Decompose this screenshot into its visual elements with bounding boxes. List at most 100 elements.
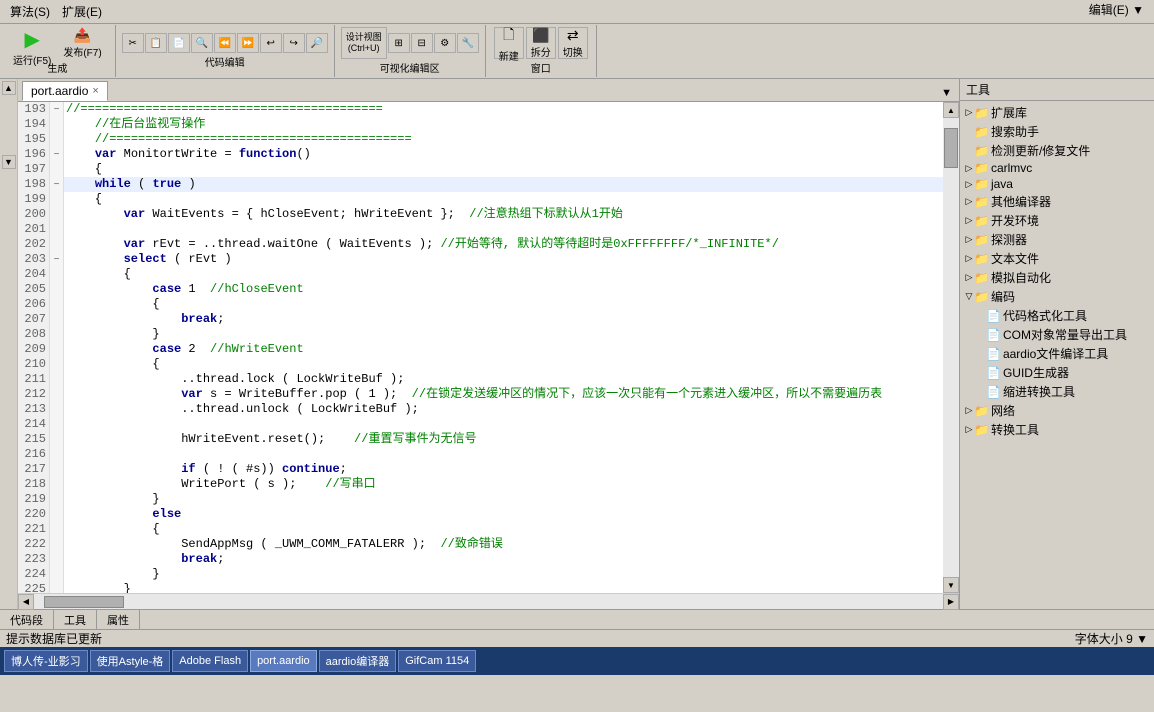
code-line: hWriteEvent.reset(); //重置写事件为无信号 bbox=[64, 432, 943, 447]
status-bar: 提示数据库已更新 字体大小 9 ▼ bbox=[0, 629, 1154, 647]
taskbar-item-1[interactable]: 使用Astyle-格 bbox=[90, 650, 171, 672]
code-line: if ( ! ( #s)) continue; bbox=[64, 462, 943, 477]
taskbar: 博人传-业影习 使用Astyle-格 Adobe Flash port.aard… bbox=[0, 647, 1154, 675]
design-view-button[interactable]: 设计视图(Ctrl+U) bbox=[341, 27, 387, 59]
code-line: SendAppMsg ( _UWM_COMM_FATALERR ); //致命错… bbox=[64, 537, 943, 552]
font-size-control[interactable]: 字体大小 9 ▼ bbox=[1075, 630, 1148, 647]
tab-dropdown[interactable]: ▼ bbox=[936, 85, 957, 101]
tree-item-label: aardio文件编译工具 bbox=[1003, 345, 1108, 362]
split-button[interactable]: ⬛拆分 bbox=[526, 27, 556, 59]
tree-item[interactable]: ▽ 📁 编码 bbox=[962, 287, 1152, 306]
tree-item-label: 转换工具 bbox=[991, 421, 1039, 438]
code-line: break; bbox=[64, 312, 943, 327]
taskbar-item-2[interactable]: Adobe Flash bbox=[172, 650, 248, 672]
taskbar-item-4[interactable]: aardio编译器 bbox=[319, 650, 397, 672]
hscroll-left-btn[interactable]: ◀ bbox=[18, 594, 34, 610]
toolbar-btn-8[interactable]: ↪ bbox=[283, 33, 305, 53]
tree-item-label: 编码 bbox=[991, 288, 1015, 305]
tree-item[interactable]: ▷ 📁 转换工具 bbox=[962, 420, 1152, 439]
toolbar-btn-2[interactable]: 📋 bbox=[145, 33, 167, 53]
code-line: var s = WriteBuffer.pop ( 1 ); //在锁定发送缓冲… bbox=[64, 387, 943, 402]
tree-item[interactable]: 📄 GUID生成器 bbox=[962, 363, 1152, 382]
tree-item[interactable]: ▷ 📁 探测器 bbox=[962, 230, 1152, 249]
tree-item[interactable]: ▷ 📁 java bbox=[962, 176, 1152, 192]
menu-suanfa[interactable]: 算法(S) bbox=[4, 1, 56, 22]
new-window-button[interactable]: 🗋新建 bbox=[494, 27, 524, 59]
publish-button[interactable]: 📤 发布(F7) bbox=[58, 27, 106, 59]
tree-item[interactable]: 📁 检测更新/修复文件 bbox=[962, 141, 1152, 160]
visual-btn-3[interactable]: ⚙ bbox=[434, 33, 456, 53]
tree-item-label: 其他编译器 bbox=[991, 193, 1051, 210]
visual-edit-label: 可视化编辑区 bbox=[380, 60, 440, 75]
code-line: } bbox=[64, 582, 943, 593]
toolbar-btn-7[interactable]: ↩ bbox=[260, 33, 282, 53]
toolbar-btn-1[interactable]: ✂ bbox=[122, 33, 144, 53]
toolbar-group-visual: 设计视图(Ctrl+U) ⊞ ⊟ ⚙ 🔧 可视化编辑区 bbox=[335, 25, 486, 77]
code-line: { bbox=[64, 357, 943, 372]
tree-item[interactable]: 📄 aardio文件编译工具 bbox=[962, 344, 1152, 363]
switch-button[interactable]: ⇄切换 bbox=[558, 27, 588, 59]
code-line: while ( true ) bbox=[64, 177, 943, 192]
toolbar-btn-search[interactable]: 🔎 bbox=[306, 33, 328, 53]
code-line bbox=[64, 417, 943, 432]
hscroll-right-btn[interactable]: ▶ bbox=[943, 594, 959, 610]
code-line: //在后台监视写操作 bbox=[64, 117, 943, 132]
code-line: ..thread.lock ( LockWriteBuf ); bbox=[64, 372, 943, 387]
file-tab[interactable]: port.aardio × bbox=[22, 81, 108, 101]
code-content[interactable]: //======================================… bbox=[64, 102, 943, 593]
tree-item[interactable]: ▷ 📁 其他编译器 bbox=[962, 192, 1152, 211]
scroll-down-btn[interactable]: ▼ bbox=[943, 577, 959, 593]
code-line: case 2 //hWriteEvent bbox=[64, 342, 943, 357]
toolbar-btn-4[interactable]: 🔍 bbox=[191, 33, 213, 53]
generate-label: 生成 bbox=[47, 60, 67, 75]
scroll-track[interactable] bbox=[943, 118, 959, 577]
taskbar-item-0[interactable]: 博人传-业影习 bbox=[4, 650, 88, 672]
visual-btn-4[interactable]: 🔧 bbox=[457, 33, 479, 53]
hscroll-thumb[interactable] bbox=[44, 596, 124, 608]
tree-item-label: 代码格式化工具 bbox=[1003, 307, 1087, 324]
visual-btn-1[interactable]: ⊞ bbox=[388, 33, 410, 53]
tree-item-label: 搜索助手 bbox=[991, 123, 1039, 140]
tab-close-btn[interactable]: × bbox=[92, 85, 98, 97]
tree-item[interactable]: 📄 代码格式化工具 bbox=[962, 306, 1152, 325]
visual-btn-2[interactable]: ⊟ bbox=[411, 33, 433, 53]
scroll-thumb[interactable] bbox=[944, 128, 958, 168]
tree-item[interactable]: ▷ 📁 网络 bbox=[962, 401, 1152, 420]
left-arrow-down[interactable]: ▼ bbox=[2, 155, 16, 169]
tree-item[interactable]: 📄 COM对象常量导出工具 bbox=[962, 325, 1152, 344]
tree-item-label: 模拟自动化 bbox=[991, 269, 1051, 286]
toolbar-btn-6[interactable]: ⏩ bbox=[237, 33, 259, 53]
menu-kuozhan[interactable]: 扩展(E) bbox=[56, 1, 108, 22]
tree-item[interactable]: 📁 搜索助手 bbox=[962, 122, 1152, 141]
tree-item[interactable]: ▷ 📁 文本文件 bbox=[962, 249, 1152, 268]
tree-item[interactable]: ▷ 📁 carlmvc bbox=[962, 160, 1152, 176]
scroll-up-btn[interactable]: ▲ bbox=[943, 102, 959, 118]
vertical-scrollbar[interactable]: ▲ ▼ bbox=[943, 102, 959, 593]
toolbar-btn-3[interactable]: 📄 bbox=[168, 33, 190, 53]
code-line: var WaitEvents = { hCloseEvent; hWriteEv… bbox=[64, 207, 943, 222]
code-edit-label: 代码编辑 bbox=[205, 54, 245, 69]
tree-item-label: COM对象常量导出工具 bbox=[1003, 326, 1127, 343]
bottom-tab-props[interactable]: 属性 bbox=[97, 610, 140, 629]
bottom-tab-codesnip[interactable]: 代码段 bbox=[0, 610, 54, 629]
toolbar-group-window: 🗋新建 ⬛拆分 ⇄切换 窗口 bbox=[486, 25, 597, 77]
toolbar-btn-5[interactable]: ⏪ bbox=[214, 33, 236, 53]
tree-item[interactable]: 📄 缩进转换工具 bbox=[962, 382, 1152, 401]
tree-item-label: 文本文件 bbox=[991, 250, 1039, 267]
tree-item-label: carlmvc bbox=[991, 161, 1032, 175]
code-line: else bbox=[64, 507, 943, 522]
right-panel-tree: ▷ 📁 扩展库 📁 搜索助手 📁 检测更新/修复文件 ▷ 📁 carlmvc ▷… bbox=[960, 101, 1154, 609]
menu-edit-right[interactable]: 编辑(E) ▼ bbox=[1083, 1, 1150, 19]
left-arrow-up[interactable]: ▲ bbox=[2, 81, 16, 95]
tree-item-label: 网络 bbox=[991, 402, 1015, 419]
taskbar-item-5[interactable]: GifCam 1154 bbox=[398, 650, 476, 672]
code-line: break; bbox=[64, 552, 943, 567]
tree-item[interactable]: ▷ 📁 模拟自动化 bbox=[962, 268, 1152, 287]
code-line: { bbox=[64, 267, 943, 282]
taskbar-item-3[interactable]: port.aardio bbox=[250, 650, 317, 672]
run-button[interactable]: ▶ 运行(F5) bbox=[8, 27, 56, 59]
bottom-tab-tools[interactable]: 工具 bbox=[54, 610, 97, 629]
tree-item[interactable]: ▷ 📁 扩展库 bbox=[962, 103, 1152, 122]
hscroll-track[interactable] bbox=[34, 595, 943, 609]
tree-item[interactable]: ▷ 📁 开发环境 bbox=[962, 211, 1152, 230]
